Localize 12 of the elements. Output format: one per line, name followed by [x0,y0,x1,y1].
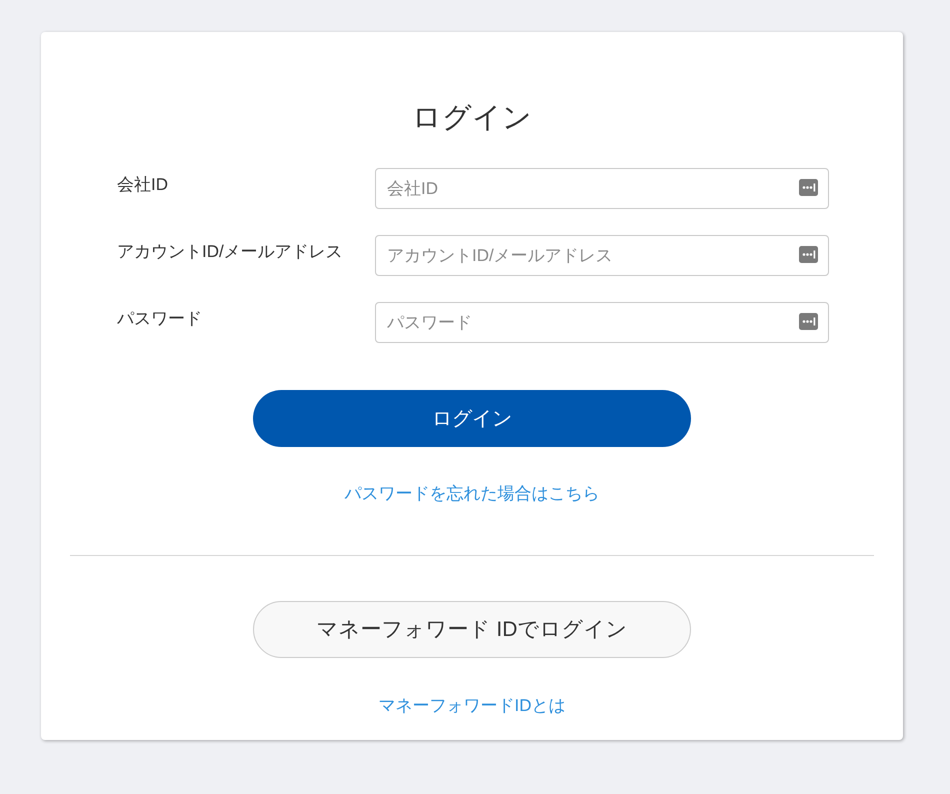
money-forward-login-button[interactable]: マネーフォワード IDでログイン [253,601,691,658]
field-label: 会社ID [117,174,169,196]
dots-icon [799,246,818,263]
input-field[interactable]: アカウントID/メールアドレス [375,235,829,276]
dots-icon [799,313,818,330]
field-label: パスワード [117,308,203,330]
field-label: アカウントID/メールアドレス [117,241,344,263]
login-button[interactable]: ログイン [253,390,691,447]
input-field[interactable]: 会社ID [375,168,829,209]
dots-icon [799,179,818,196]
input-field[interactable]: パスワード [375,302,829,343]
page-title: ログイン [412,101,532,136]
